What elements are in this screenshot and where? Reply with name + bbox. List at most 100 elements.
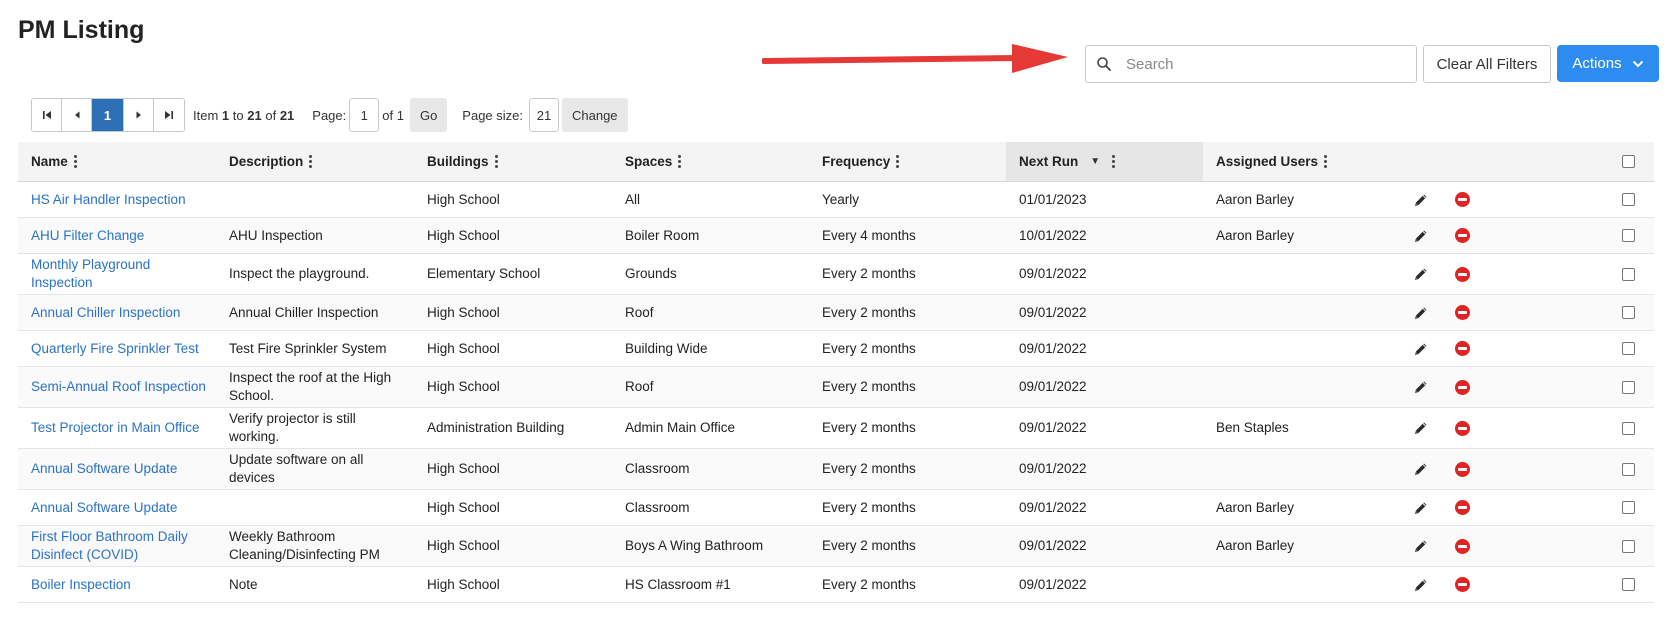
chevron-down-icon <box>1632 55 1644 72</box>
prev-page-button[interactable] <box>62 99 92 131</box>
delete-icon[interactable] <box>1454 538 1470 554</box>
next-run-cell: 09/01/2022 <box>1019 304 1087 320</box>
frequency-cell: Every 2 months <box>809 408 1006 448</box>
next-page-button[interactable] <box>124 99 154 131</box>
next-run-cell: 09/01/2022 <box>1006 567 1203 602</box>
row-checkbox[interactable] <box>1621 380 1635 394</box>
column-header-next-run[interactable]: Next Run ▼ <box>1006 142 1203 181</box>
pencil-icon[interactable] <box>1413 500 1429 516</box>
description-cell: Test Fire Sprinkler System <box>229 340 387 356</box>
pm-name-link[interactable]: Test Projector in Main Office <box>31 419 200 437</box>
page-number-button[interactable]: 1 <box>92 99 124 131</box>
pm-name-link[interactable]: Semi-Annual Roof Inspection <box>31 378 206 396</box>
frequency-cell: Every 2 months <box>809 490 1006 525</box>
column-menu-icon[interactable] <box>494 155 498 168</box>
column-menu-icon[interactable] <box>73 155 77 168</box>
table-row[interactable]: Test Projector in Main Office Verify proj… <box>18 408 1654 449</box>
building-cell: Administration Building <box>414 408 612 448</box>
delete-icon[interactable] <box>1454 379 1470 395</box>
table-row[interactable]: First Floor Bathroom Daily Disinfect (CO… <box>18 526 1654 567</box>
pm-name-link[interactable]: Annual Software Update <box>31 460 177 478</box>
pm-name-link[interactable]: HS Air Handler Inspection <box>31 191 186 209</box>
first-page-button[interactable] <box>32 99 62 131</box>
delete-cell <box>1442 367 1482 407</box>
pencil-icon[interactable] <box>1413 305 1429 321</box>
row-checkbox[interactable] <box>1621 501 1635 514</box>
column-header-buildings[interactable]: Buildings <box>414 142 612 181</box>
page-size-input[interactable] <box>529 98 559 132</box>
table-row[interactable]: Monthly Playground Inspection Inspect the… <box>18 254 1654 295</box>
assigned-users-cell <box>1203 295 1400 330</box>
table-row[interactable]: AHU Filter Change AHU Inspection High Scho… <box>18 218 1654 254</box>
pm-name-link[interactable]: Annual Software Update <box>31 499 177 517</box>
pencil-icon[interactable] <box>1413 192 1429 208</box>
row-checkbox-cell <box>1602 254 1654 294</box>
pencil-icon[interactable] <box>1413 341 1429 357</box>
delete-icon[interactable] <box>1454 228 1470 243</box>
row-checkbox[interactable] <box>1621 342 1635 355</box>
column-menu-icon[interactable] <box>1324 155 1328 168</box>
delete-icon[interactable] <box>1454 192 1470 207</box>
change-page-size-button[interactable]: Change <box>562 98 628 132</box>
page-number-input[interactable] <box>349 98 380 132</box>
actions-button[interactable]: Actions <box>1557 45 1659 82</box>
last-page-button[interactable] <box>154 99 184 131</box>
table-row[interactable]: Annual Software Update High School Classro… <box>18 490 1654 526</box>
select-all-checkbox[interactable] <box>1621 155 1635 168</box>
column-header-name[interactable]: Name <box>18 142 216 181</box>
delete-icon[interactable] <box>1454 420 1470 436</box>
search-input[interactable] <box>1122 46 1416 82</box>
row-checkbox[interactable] <box>1621 421 1635 435</box>
row-checkbox[interactable] <box>1621 267 1635 281</box>
column-menu-icon[interactable] <box>309 155 313 168</box>
building-cell: High School <box>427 304 500 320</box>
go-button[interactable]: Go <box>409 98 448 132</box>
pm-name-link[interactable]: Boiler Inspection <box>31 576 131 594</box>
row-spacer <box>1482 254 1602 294</box>
table-row[interactable]: Quarterly Fire Sprinkler Test Test Fire S… <box>18 331 1654 367</box>
column-menu-icon[interactable] <box>678 155 682 168</box>
table-row[interactable]: Boiler Inspection Note High School HS Class… <box>18 567 1654 603</box>
delete-icon[interactable] <box>1454 577 1470 592</box>
table-row[interactable]: Annual Software Update Update software on… <box>18 449 1654 490</box>
delete-cell <box>1442 408 1482 448</box>
row-checkbox[interactable] <box>1621 578 1635 591</box>
pencil-icon[interactable] <box>1413 266 1429 282</box>
delete-icon[interactable] <box>1454 266 1470 282</box>
pencil-icon[interactable] <box>1413 461 1429 477</box>
pagination-bar: 1 Item 1 to 21 of 21 Page: of 1 Go Page … <box>31 98 628 132</box>
delete-icon[interactable] <box>1454 500 1470 515</box>
row-checkbox[interactable] <box>1621 229 1635 242</box>
delete-icon[interactable] <box>1454 341 1470 356</box>
delete-icon[interactable] <box>1454 305 1470 320</box>
pencil-icon[interactable] <box>1413 420 1429 436</box>
next-run-cell: 09/01/2022 <box>1006 295 1203 330</box>
row-checkbox[interactable] <box>1621 306 1635 319</box>
column-header-description[interactable]: Description <box>216 142 414 181</box>
row-checkbox[interactable] <box>1621 539 1635 553</box>
delete-cell <box>1442 526 1482 566</box>
row-checkbox[interactable] <box>1621 193 1635 206</box>
column-menu-icon[interactable] <box>896 155 900 168</box>
pm-name-link[interactable]: Monthly Playground Inspection <box>31 256 208 292</box>
table-row[interactable]: HS Air Handler Inspection High School All Y… <box>18 182 1654 218</box>
clear-all-filters-button[interactable]: Clear All Filters <box>1423 45 1551 83</box>
pencil-icon[interactable] <box>1413 538 1429 554</box>
pm-name-cell: Boiler Inspection <box>18 567 216 602</box>
column-header-assigned-users[interactable]: Assigned Users <box>1203 142 1400 181</box>
pm-name-link[interactable]: AHU Filter Change <box>31 227 144 245</box>
column-header-spaces[interactable]: Spaces <box>612 142 809 181</box>
pencil-icon[interactable] <box>1413 379 1429 395</box>
pencil-icon[interactable] <box>1413 228 1429 244</box>
row-checkbox[interactable] <box>1621 462 1635 476</box>
pm-name-link[interactable]: First Floor Bathroom Daily Disinfect (CO… <box>31 528 208 564</box>
pm-name-link[interactable]: Quarterly Fire Sprinkler Test <box>31 340 199 358</box>
pm-name-link[interactable]: Annual Chiller Inspection <box>31 304 180 322</box>
pencil-icon[interactable] <box>1413 577 1429 593</box>
table-row[interactable]: Annual Chiller Inspection Annual Chiller … <box>18 295 1654 331</box>
column-header-frequency[interactable]: Frequency <box>809 142 1006 181</box>
delete-icon[interactable] <box>1454 461 1470 477</box>
column-menu-icon[interactable] <box>1112 155 1116 168</box>
table-row[interactable]: Semi-Annual Roof Inspection Inspect the r… <box>18 367 1654 408</box>
row-spacer <box>1482 331 1602 366</box>
